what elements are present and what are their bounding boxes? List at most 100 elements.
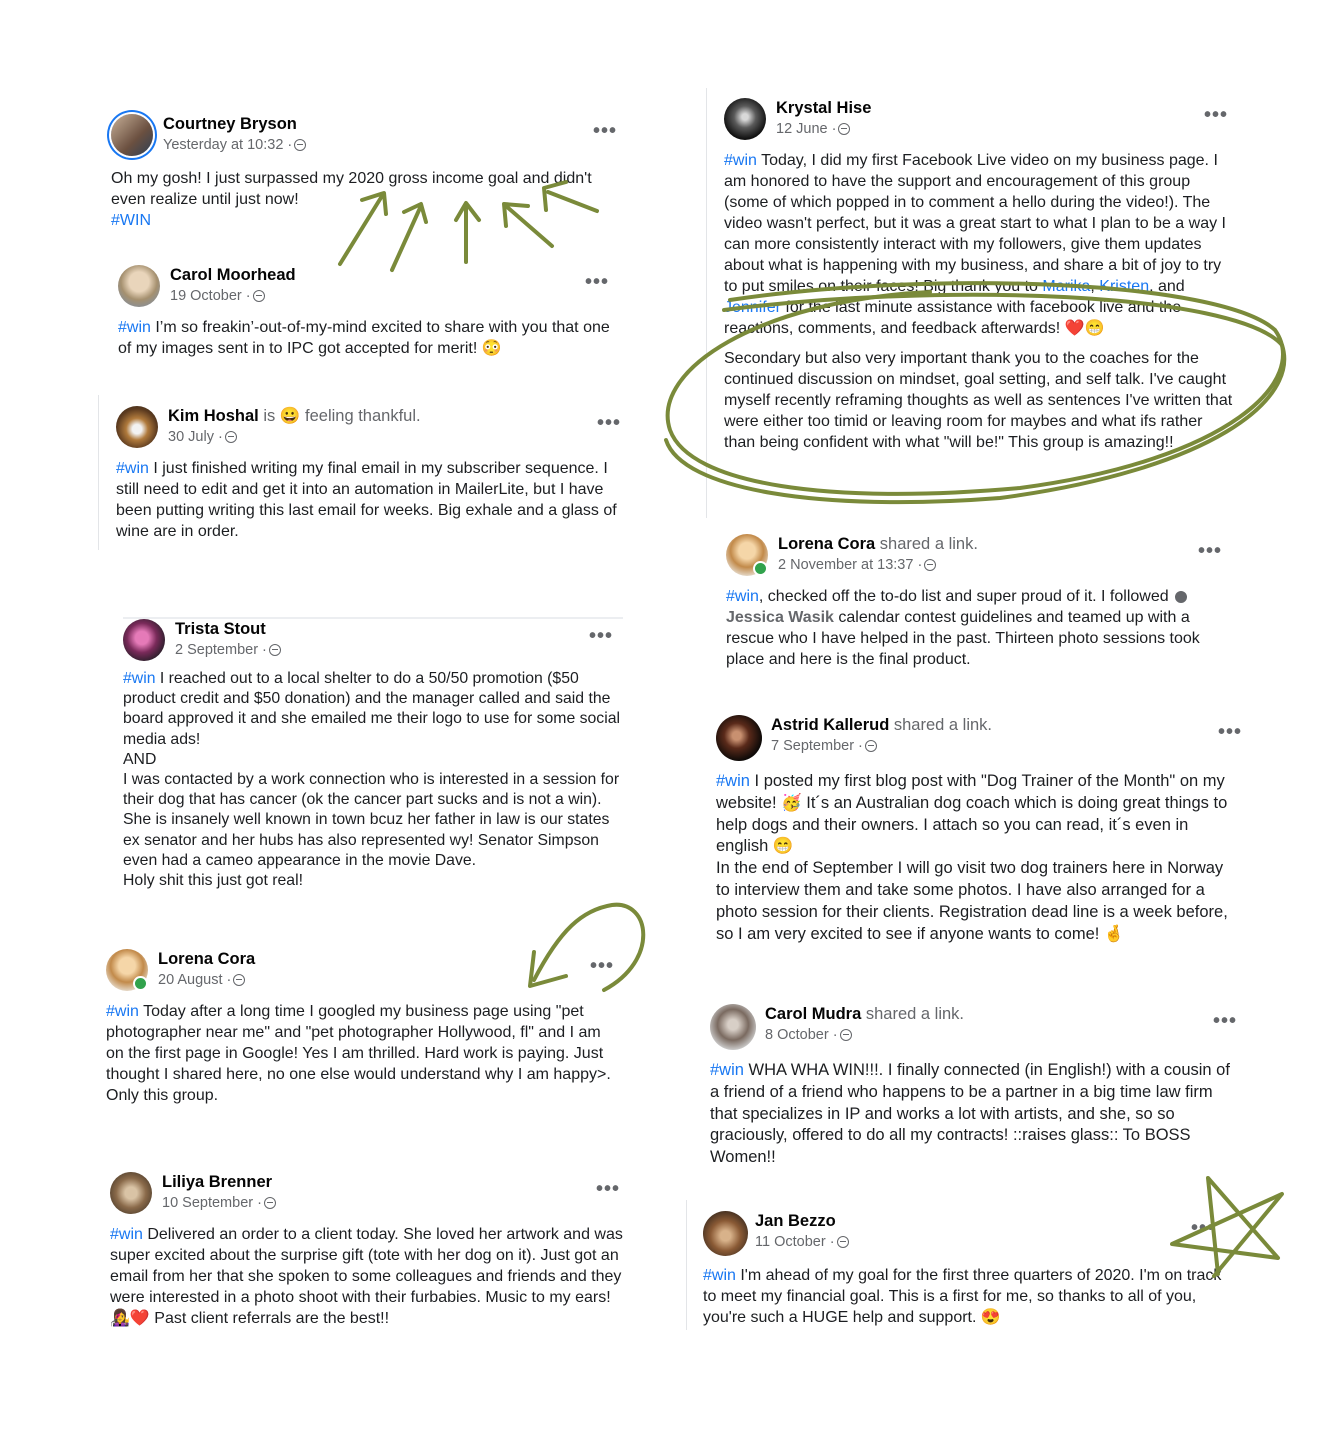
avatar[interactable] — [726, 534, 768, 576]
feeling-text: is 😀 feeling thankful. — [263, 407, 421, 425]
more-options-icon[interactable]: ••• — [1204, 104, 1228, 127]
avatar[interactable] — [724, 98, 766, 140]
more-options-icon[interactable]: ••• — [590, 955, 614, 978]
post-date[interactable]: 7 September · — [771, 738, 863, 754]
more-options-icon[interactable]: ••• — [597, 412, 621, 435]
author-name[interactable]: Lorena Cora — [778, 535, 875, 553]
mention-link[interactable]: Marika — [1042, 278, 1090, 295]
globe-icon — [224, 431, 237, 443]
verified-icon — [1175, 591, 1188, 603]
hashtag[interactable]: #win — [703, 1267, 736, 1284]
avatar[interactable] — [118, 265, 160, 307]
author-name[interactable]: Carol Moorhead — [170, 266, 296, 284]
post-text: #win I posted my first blog post with "D… — [716, 772, 1228, 943]
post-date[interactable]: 8 October · — [765, 1027, 838, 1043]
post-carol-moorhead: Carol Moorhead 19 October · ••• #win I’m… — [118, 265, 623, 359]
globe-icon — [838, 123, 851, 135]
post-text: #win I'm ahead of my goal for the first … — [703, 1267, 1222, 1326]
avatar[interactable] — [716, 715, 762, 761]
more-options-icon[interactable]: ••• — [596, 1178, 620, 1201]
author-name[interactable]: Courtney Bryson — [163, 115, 297, 133]
hashtag[interactable]: #win — [110, 1226, 143, 1243]
post-text: #win Today, I did my first Facebook Live… — [724, 152, 1226, 337]
card-divider — [706, 88, 707, 518]
post-text: #win I’m so freakin’-out-of-my-mind exci… — [118, 319, 610, 357]
globe-icon — [263, 1197, 276, 1209]
post-courtney-bryson: Courtney Bryson Yesterday at 10:32 · •••… — [111, 114, 626, 231]
post-text: #win I reached out to a local shelter to… — [123, 670, 621, 890]
hashtag[interactable]: #win — [710, 1061, 744, 1079]
hashtag[interactable]: #win — [116, 460, 149, 477]
hashtag[interactable]: #WIN — [111, 212, 151, 229]
more-options-icon[interactable]: ••• — [1213, 1010, 1237, 1033]
post-text: #win I just finished writing my final em… — [116, 460, 617, 540]
hashtag[interactable]: #win — [726, 588, 759, 605]
avatar[interactable] — [703, 1211, 748, 1256]
post-lorena-cora: Lorena Cora 20 August · ••• #win Today a… — [106, 949, 621, 1106]
author-name[interactable]: Astrid Kallerud — [771, 716, 889, 734]
more-options-icon[interactable]: ••• — [1198, 540, 1222, 563]
online-status-icon — [133, 976, 148, 991]
hashtag[interactable]: #win — [716, 772, 750, 790]
shared-link-text: shared a link. — [879, 535, 978, 553]
avatar[interactable] — [116, 406, 158, 448]
post-astrid-kallerud: Astrid Kallerud shared a link. 7 Septemb… — [716, 715, 1241, 946]
post-kim-hoshal: Kim Hoshal is 😀 feeling thankful. 30 Jul… — [116, 406, 626, 542]
more-options-icon[interactable]: ••• — [1218, 721, 1242, 744]
post-date[interactable]: 12 June · — [776, 121, 836, 137]
post-text: Oh my gosh! I just surpassed my 2020 gro… — [111, 170, 592, 229]
post-liliya-brenner: Liliya Brenner 10 September · ••• #win D… — [110, 1172, 625, 1329]
hashtag[interactable]: #win — [106, 1003, 139, 1020]
avatar[interactable] — [111, 114, 153, 156]
globe-icon — [233, 974, 246, 986]
author-name[interactable]: Liliya Brenner — [162, 1173, 272, 1191]
post-carol-mudra: Carol Mudra shared a link. 8 October · •… — [710, 1004, 1242, 1169]
globe-icon — [924, 559, 937, 571]
online-status-icon — [753, 561, 768, 576]
globe-icon — [252, 290, 265, 302]
post-text: #win Delivered an order to a client toda… — [110, 1226, 623, 1327]
hashtag[interactable]: #win — [123, 670, 156, 687]
globe-icon — [268, 644, 281, 656]
post-date[interactable]: 2 September · — [175, 642, 267, 658]
globe-icon — [864, 740, 877, 752]
author-name[interactable]: Trista Stout — [175, 620, 266, 638]
card-divider — [98, 395, 99, 550]
avatar[interactable] — [123, 619, 165, 661]
more-options-icon[interactable]: ••• — [1191, 1217, 1215, 1240]
post-krystal-hise: Krystal Hise 12 June · ••• #win Today, I… — [724, 98, 1236, 453]
post-date[interactable]: 30 July · — [168, 429, 223, 445]
hashtag[interactable]: #win — [118, 319, 151, 336]
more-options-icon[interactable]: ••• — [593, 120, 617, 143]
author-name[interactable]: Carol Mudra — [765, 1005, 861, 1023]
globe-icon — [294, 139, 307, 151]
author-name[interactable]: Krystal Hise — [776, 99, 871, 117]
author-name[interactable]: Jan Bezzo — [755, 1212, 836, 1230]
avatar[interactable] — [710, 1004, 756, 1050]
post-date[interactable]: 11 October · — [755, 1234, 835, 1250]
post-date[interactable]: 19 October · — [170, 288, 251, 304]
post-date[interactable]: 10 September · — [162, 1195, 262, 1211]
post-trista-stout: Trista Stout 2 September · ••• #win I re… — [123, 617, 623, 892]
mention-link[interactable]: Jennifer — [724, 299, 781, 316]
post-text: #win Today after a long time I googled m… — [106, 1003, 611, 1104]
post-text-secondary: Secondary but also very important thank … — [724, 350, 1233, 451]
avatar[interactable] — [106, 949, 148, 991]
hashtag[interactable]: #win — [724, 152, 757, 169]
card-divider — [686, 1200, 687, 1330]
more-options-icon[interactable]: ••• — [589, 625, 613, 648]
post-date[interactable]: 20 August · — [158, 972, 231, 988]
post-date[interactable]: 2 November at 13:37 · — [778, 557, 922, 573]
mention-link[interactable]: Kristen — [1099, 278, 1149, 295]
post-text: #win, checked off the to-do list and sup… — [726, 588, 1200, 668]
post-lorena-cora-link: Lorena Cora shared a link. 2 November at… — [726, 534, 1226, 670]
post-date[interactable]: Yesterday at 10:32 · — [163, 137, 292, 153]
globe-icon — [839, 1029, 852, 1041]
avatar[interactable] — [110, 1172, 152, 1214]
mention-link[interactable]: Jessica Wasik — [726, 609, 834, 626]
author-name[interactable]: Lorena Cora — [158, 950, 255, 968]
globe-icon — [836, 1236, 849, 1248]
author-name[interactable]: Kim Hoshal — [168, 407, 259, 425]
more-options-icon[interactable]: ••• — [585, 271, 609, 294]
shared-link-text: shared a link. — [893, 716, 993, 734]
